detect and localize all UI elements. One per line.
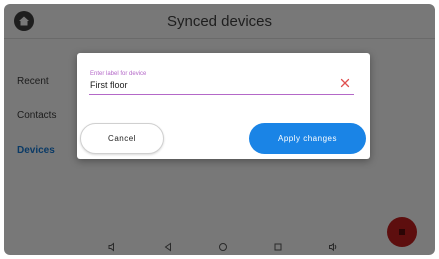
input-underline xyxy=(89,94,354,95)
volume-up-icon xyxy=(329,242,337,252)
home-circle-icon xyxy=(219,243,227,251)
volume-up-button[interactable] xyxy=(326,240,340,254)
home-icon xyxy=(19,16,29,26)
volume-down-button[interactable] xyxy=(105,240,119,254)
home-button[interactable] xyxy=(14,11,34,31)
recents-button[interactable] xyxy=(271,240,285,254)
fab-icon xyxy=(399,229,405,235)
sidebar-item-recent[interactable]: Recent xyxy=(17,76,49,87)
cancel-button[interactable]: Cancel xyxy=(80,123,164,154)
home-nav-button[interactable] xyxy=(216,240,230,254)
sidebar-item-devices[interactable]: Devices xyxy=(17,145,55,156)
header-divider xyxy=(4,38,435,39)
close-icon xyxy=(340,78,350,88)
apply-changes-button[interactable]: Apply changes xyxy=(249,123,366,154)
device-label-input[interactable]: First floor xyxy=(90,80,330,90)
back-button[interactable] xyxy=(161,240,175,254)
clear-input-button[interactable] xyxy=(338,76,352,90)
back-icon xyxy=(164,242,171,252)
label-device-dialog: Enter label for device First floor Cance… xyxy=(77,53,370,159)
page-title: Synced devices xyxy=(166,12,273,30)
system-nav-bar xyxy=(4,240,435,255)
input-floating-label: Enter label for device xyxy=(90,71,147,77)
volume-down-icon xyxy=(108,242,114,252)
recents-icon xyxy=(274,243,282,251)
app-header: Synced devices xyxy=(4,4,435,38)
sidebar-item-contacts[interactable]: Contacts xyxy=(17,110,56,121)
